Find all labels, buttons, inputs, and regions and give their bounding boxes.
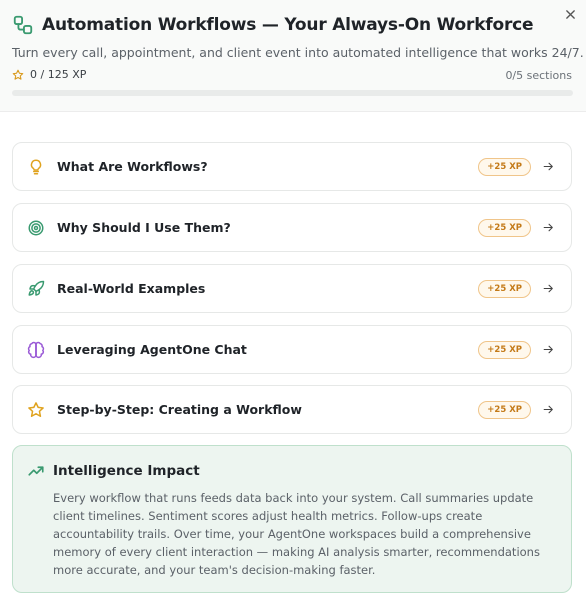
lightbulb-icon — [26, 157, 46, 177]
impact-body: Every workflow that runs feeds data back… — [53, 491, 540, 577]
intelligence-impact-panel: Intelligence Impact Every workflow that … — [12, 445, 572, 593]
xp-badge: +25 XP — [478, 157, 531, 176]
impact-heading: Intelligence Impact — [27, 462, 200, 480]
xp-badge: +25 XP — [478, 400, 531, 419]
section-label: What Are Workflows? — [57, 159, 208, 174]
xp-counter: 0 / 125 XP — [12, 68, 86, 81]
star-icon — [26, 400, 46, 420]
section-label: Why Should I Use Them? — [57, 220, 231, 235]
arrow-right-icon — [541, 403, 555, 417]
section-label: Leveraging AgentOne Chat — [57, 342, 247, 357]
xp-text: 0 / 125 XP — [30, 68, 87, 81]
workflow-icon — [13, 15, 33, 35]
page-title: Automation Workflows — Your Always-On Wo… — [42, 15, 534, 35]
section-card-why-use-them[interactable]: Why Should I Use Them? +25 XP — [12, 203, 572, 252]
xp-badge: +25 XP — [478, 340, 531, 359]
header: Automation Workflows — Your Always-On Wo… — [0, 0, 586, 112]
rocket-icon — [26, 279, 46, 299]
arrow-right-icon — [541, 343, 555, 357]
close-button[interactable] — [562, 6, 578, 22]
star-icon — [12, 69, 24, 80]
arrow-right-icon — [541, 221, 555, 235]
section-card-agentone-chat[interactable]: Leveraging AgentOne Chat +25 XP — [12, 325, 572, 374]
page-subtitle: Turn every call, appointment, and client… — [12, 45, 584, 60]
section-card-step-by-step[interactable]: Step-by-Step: Creating a Workflow +25 XP — [12, 385, 572, 434]
section-card-what-are-workflows[interactable]: What Are Workflows? +25 XP — [12, 142, 572, 191]
close-icon — [565, 9, 575, 19]
trending-up-icon — [28, 466, 44, 476]
brain-icon — [26, 340, 46, 360]
progress-bar — [12, 90, 573, 96]
impact-title: Intelligence Impact — [53, 463, 200, 479]
section-label: Step-by-Step: Creating a Workflow — [57, 402, 302, 417]
arrow-right-icon — [541, 282, 555, 296]
arrow-right-icon — [541, 160, 555, 174]
title-row: Automation Workflows — Your Always-On Wo… — [12, 14, 534, 36]
xp-badge: +25 XP — [478, 218, 531, 237]
sections-count: 0/5 sections — [505, 69, 572, 82]
section-card-real-world-examples[interactable]: Real-World Examples +25 XP — [12, 264, 572, 313]
section-label: Real-World Examples — [57, 281, 206, 296]
xp-badge: +25 XP — [478, 279, 531, 298]
target-icon — [26, 218, 46, 238]
